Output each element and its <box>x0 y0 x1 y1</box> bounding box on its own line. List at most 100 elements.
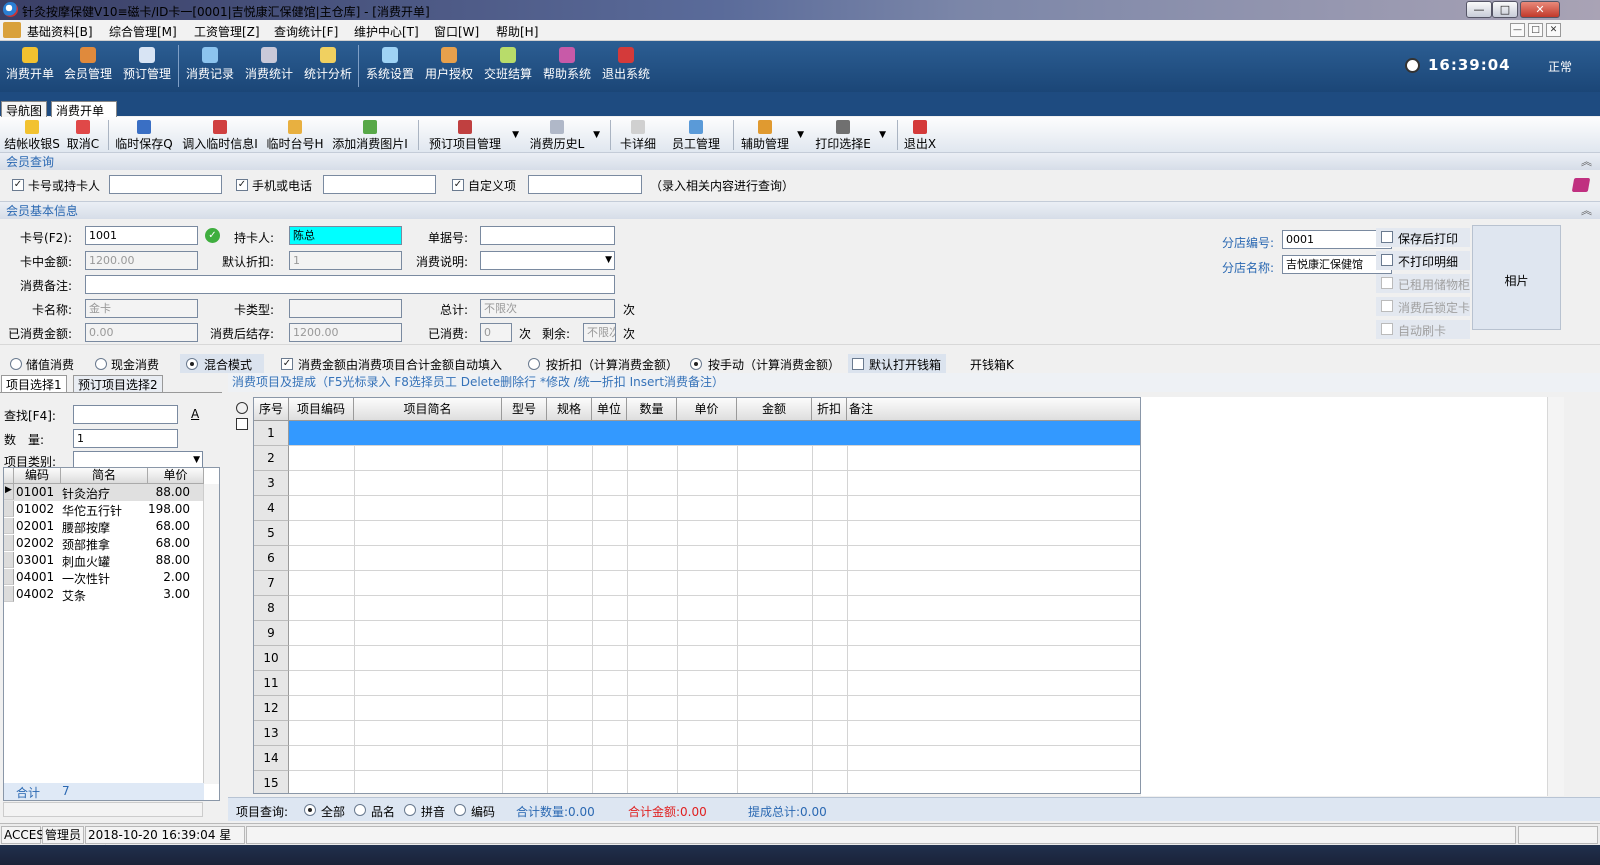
menu-general-mgmt[interactable]: 综合管理[M] <box>109 23 177 40</box>
item-row[interactable]: 02002 颈部推拿 68.00 <box>4 535 204 552</box>
grid-row[interactable] <box>289 421 1140 446</box>
item-row[interactable]: ▶ 01001 针灸治疗 88.00 <box>4 484 204 501</box>
menu-maintenance[interactable]: 维护中心[T] <box>354 23 419 40</box>
refresh-icon[interactable] <box>236 402 248 414</box>
dropdown-arrow-icon[interactable]: ▼ <box>512 130 519 140</box>
collapse-icon[interactable]: ︽ <box>1581 202 1592 220</box>
grid-row[interactable] <box>289 771 1140 793</box>
dropdown-arrow-icon[interactable]: ▼ <box>879 130 886 140</box>
print-select-button[interactable]: 打印选择E ▼ <box>814 120 886 152</box>
radio-cash[interactable] <box>95 358 107 370</box>
mdi-maximize-button[interactable]: □ <box>1528 23 1543 37</box>
holder-input[interactable]: 陈总 <box>289 226 402 245</box>
checkbox-no-print-detail[interactable] <box>1381 254 1393 266</box>
query-phone-input[interactable] <box>323 175 436 194</box>
col-spec[interactable]: 规格 <box>547 398 592 421</box>
radio-query-code[interactable] <box>454 804 466 816</box>
tab-booking-item-select[interactable]: 预订项目选择2 <box>73 375 163 392</box>
toolbar-booking-mgmt[interactable]: 预订管理 <box>123 47 171 89</box>
col-seq[interactable]: 序号 <box>254 398 289 421</box>
mdi-minimize-button[interactable]: — <box>1510 23 1525 37</box>
aux-mgmt-button[interactable]: 辅助管理 ▼ <box>740 120 804 152</box>
add-picture-button[interactable]: 添加消费图片I <box>330 120 410 152</box>
remark-input[interactable] <box>85 275 615 294</box>
tab-navigation[interactable]: 导航图 <box>1 101 48 118</box>
bill-no-input[interactable] <box>480 226 615 245</box>
staff-mgmt-button[interactable]: 员工管理G <box>668 120 724 166</box>
toolbar-member-mgmt[interactable]: 会员管理 <box>64 47 112 89</box>
grid-row[interactable] <box>289 671 1140 696</box>
checkbox-phone[interactable]: ✓ <box>236 179 248 191</box>
grid-row[interactable] <box>289 621 1140 646</box>
menu-help[interactable]: 帮助[H] <box>496 23 538 40</box>
minimize-button[interactable]: — <box>1466 1 1492 18</box>
radio-mixed-mode[interactable] <box>186 358 198 370</box>
photo-box[interactable]: 相片 <box>1472 225 1561 330</box>
consume-desc-select[interactable]: ▼ <box>480 251 615 270</box>
col-unit[interactable]: 单位 <box>592 398 627 421</box>
item-grid-scrollbar[interactable] <box>203 484 219 784</box>
temp-table-button[interactable]: 临时台号H <box>266 120 324 152</box>
toolbar-new-consume[interactable]: 消费开单 <box>6 47 54 89</box>
dropdown-arrow-icon[interactable]: ▼ <box>593 130 600 140</box>
toolbar-stat-analysis[interactable]: 统计分析 <box>304 47 352 89</box>
radio-query-all[interactable] <box>304 804 316 816</box>
item-row[interactable]: 01002 华佗五行针 198.00 <box>4 501 204 518</box>
toolbar-help-system[interactable]: 帮助系统 <box>543 47 591 89</box>
grid-row[interactable] <box>289 521 1140 546</box>
col-qty[interactable]: 数量 <box>627 398 677 421</box>
grid-row[interactable] <box>289 546 1140 571</box>
grid-row[interactable] <box>289 646 1140 671</box>
chevron-down-icon[interactable]: ▼ <box>605 253 612 268</box>
toolbar-shift-settle[interactable]: 交班结算 <box>484 47 532 89</box>
menu-window[interactable]: 窗口[W] <box>434 23 479 40</box>
close-button[interactable]: ✕ <box>1520 1 1560 18</box>
dropdown-arrow-icon[interactable]: ▼ <box>797 130 804 140</box>
temp-save-button[interactable]: 临时保存Q <box>115 120 173 152</box>
menu-wage-mgmt[interactable]: 工资管理[Z] <box>194 23 260 40</box>
col-unit-price[interactable]: 单价 <box>677 398 737 421</box>
toolbar-system-settings[interactable]: 系统设置 <box>366 47 414 89</box>
checkbox-auto-amount[interactable]: ✓ <box>281 358 293 370</box>
toolbar-exit-system[interactable]: 退出系统 <box>602 47 650 89</box>
col-item-code[interactable]: 项目编码 <box>289 398 354 421</box>
grid-row[interactable] <box>289 746 1140 771</box>
grid-row[interactable] <box>289 721 1140 746</box>
radio-by-manual[interactable] <box>690 358 702 370</box>
insert-row-icon[interactable] <box>236 418 248 430</box>
item-row[interactable]: 04001 一次性针 2.00 <box>4 569 204 586</box>
search-a-button[interactable]: A <box>191 407 199 421</box>
card-detail-button[interactable]: 卡详细O <box>616 120 660 166</box>
query-book-icon[interactable] <box>1571 178 1591 192</box>
booking-items-button[interactable]: 预订项目管理X▼ <box>425 120 519 166</box>
query-card-input[interactable] <box>109 175 222 194</box>
opt-print-after-save[interactable]: 保存后打印 <box>1376 228 1470 247</box>
col-price[interactable]: 单价 <box>148 468 204 484</box>
col-amount[interactable]: 金额 <box>737 398 812 421</box>
radio-stored-value[interactable] <box>10 358 22 370</box>
mdi-close-button[interactable]: ✕ <box>1546 23 1561 37</box>
toolbar-consume-records[interactable]: 消费记录 <box>186 47 234 89</box>
radio-by-discount[interactable] <box>528 358 540 370</box>
item-row[interactable]: 04002 艾条 3.00 <box>4 586 204 603</box>
tab-item-select[interactable]: 项目选择1 <box>1 375 67 392</box>
tab-consume-bill[interactable]: 消费开单 <box>51 101 117 118</box>
grid-row[interactable] <box>289 496 1140 521</box>
col-item-name[interactable]: 项目简名 <box>354 398 502 421</box>
item-row[interactable]: 03001 刺血火罐 88.00 <box>4 552 204 569</box>
card-no-input[interactable]: 1001 <box>85 226 198 245</box>
col-model[interactable]: 型号 <box>502 398 547 421</box>
load-temp-button[interactable]: 调入临时信息I <box>180 120 260 152</box>
query-custom-input[interactable] <box>528 175 642 194</box>
maximize-button[interactable]: □ <box>1492 1 1518 18</box>
grid-row[interactable] <box>289 446 1140 471</box>
open-drawer-button[interactable]: 开钱箱K <box>970 356 1014 373</box>
main-grid-scrollbar[interactable] <box>1547 397 1564 796</box>
col-remark[interactable]: 备注 <box>847 398 1140 421</box>
item-row[interactable]: 02001 腰部按摩 68.00 <box>4 518 204 535</box>
col-name[interactable]: 简名 <box>61 468 148 484</box>
checkbox-card-or-holder[interactable]: ✓ <box>12 179 24 191</box>
chevron-down-icon[interactable]: ▼ <box>193 453 200 468</box>
radio-query-name[interactable] <box>354 804 366 816</box>
checkbox-open-drawer[interactable] <box>852 358 864 370</box>
